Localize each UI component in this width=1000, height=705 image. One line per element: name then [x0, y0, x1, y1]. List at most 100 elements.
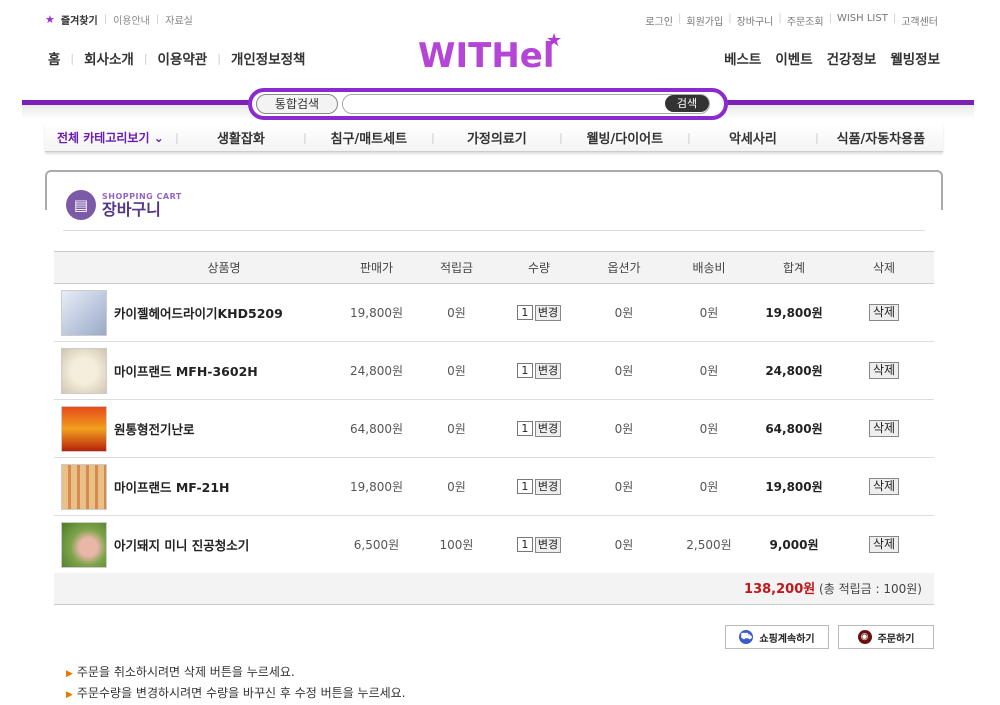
- separator: |: [728, 13, 732, 24]
- qty-input[interactable]: 1: [516, 537, 533, 552]
- qty-change-button[interactable]: 변경: [534, 478, 562, 495]
- product-thumbnail[interactable]: [61, 347, 107, 394]
- cart-link[interactable]: 장바구니: [737, 13, 774, 28]
- product-shipping: 0원: [664, 457, 754, 516]
- product-thumbnail[interactable]: [61, 405, 107, 452]
- guide-link[interactable]: 이용안내: [113, 12, 150, 27]
- divider: [63, 230, 925, 231]
- cart-total-amount: 138,200원: [744, 582, 816, 597]
- qty-group: 1 변경: [516, 420, 562, 437]
- wishlist-link[interactable]: WISH LIST: [837, 13, 888, 28]
- all-categories-label: 전체 카테고리보기: [57, 131, 150, 145]
- search-scope-select[interactable]: 통합검색: [256, 94, 338, 114]
- cart-table: 상품명 판매가 적립금 수량 옵션가 배송비 합계 삭제 카이젤헤어드라이기KH…: [54, 251, 934, 574]
- product-thumbnail[interactable]: [61, 521, 107, 568]
- qty-cell: 1 변경: [494, 283, 584, 342]
- header-product: 상품명: [114, 251, 334, 284]
- qty-input[interactable]: 1: [516, 421, 533, 436]
- library-link[interactable]: 자료실: [165, 12, 193, 27]
- category-bedding[interactable]: 침구/매트세트: [307, 128, 431, 147]
- separator: |: [892, 13, 897, 24]
- qty-input[interactable]: 1: [516, 479, 533, 494]
- qty-input[interactable]: 1: [516, 305, 533, 320]
- nav-wellbeing[interactable]: 웰빙정보: [890, 48, 940, 68]
- product-name[interactable]: 아기돼지 미니 진공청소기: [114, 515, 334, 574]
- product-price: 64,800원: [334, 399, 419, 458]
- qty-change-button[interactable]: 변경: [534, 420, 562, 437]
- delete-button[interactable]: 삭제: [868, 304, 900, 321]
- main-nav-left: 홈 | 회사소개 | 이용약관 | 개인정보정책: [48, 48, 306, 69]
- product-thumbnail[interactable]: [61, 289, 107, 336]
- header-option: 옵션가: [584, 251, 664, 284]
- order-button[interactable]: ◉ 주문하기: [838, 625, 934, 649]
- cart-heading-text: SHOPPING CART 장바구니: [102, 192, 182, 219]
- note-item: ▶ 주문수량을 변경하시려면 수량을 바꾸신 후 수정 버튼을 누르세요.: [66, 684, 406, 705]
- nav-privacy[interactable]: 개인정보정책: [231, 48, 306, 68]
- cart-heading: ▤ SHOPPING CART 장바구니: [66, 190, 182, 220]
- nav-company[interactable]: 회사소개: [84, 48, 134, 68]
- search-button[interactable]: 검색: [665, 95, 709, 112]
- product-total: 24,800원: [754, 341, 834, 400]
- product-name[interactable]: 원통형전기난로: [114, 399, 334, 458]
- continue-shopping-label: 쇼핑계속하기: [759, 633, 815, 645]
- product-name[interactable]: 마이프랜드 MFH-3602H: [114, 341, 334, 400]
- table-row: 마이프랜드 MF-21H 19,800원 0원 1 변경 0원 0원 19,800…: [54, 457, 934, 516]
- header-total: 합계: [754, 251, 834, 284]
- separator: |: [155, 14, 160, 25]
- qty-input[interactable]: 1: [516, 363, 533, 378]
- site-logo[interactable]: WITHel ★: [418, 30, 562, 76]
- category-accessories[interactable]: 악세사리: [691, 128, 815, 147]
- category-diet[interactable]: 웰빙/다이어트: [563, 128, 687, 147]
- search-input[interactable]: [342, 94, 710, 114]
- delete-button[interactable]: 삭제: [868, 362, 900, 379]
- product-price: 24,800원: [334, 341, 419, 400]
- product-thumbnail[interactable]: [61, 463, 107, 510]
- category-food-auto[interactable]: 식품/자동차용품: [819, 128, 943, 147]
- qty-change-button[interactable]: 변경: [534, 304, 562, 321]
- delete-button[interactable]: 삭제: [868, 478, 900, 495]
- category-household[interactable]: 생활잡화: [179, 128, 303, 147]
- product-name[interactable]: 마이프랜드 MF-21H: [114, 457, 334, 516]
- nav-best[interactable]: 베스트: [724, 48, 761, 68]
- product-price: 19,800원: [334, 457, 419, 516]
- main-nav-right: 베스트 이벤트 건강정보 웰빙정보: [724, 48, 940, 68]
- qty-cell: 1 변경: [494, 399, 584, 458]
- nav-health[interactable]: 건강정보: [827, 48, 877, 68]
- utility-right: 로그인 | 회원가입 | 장바구니 | 주문조회 | WISH LIST | 고객센터: [645, 13, 938, 28]
- utility-left: ★ 즐겨찾기 | 이용안내 | 자료실: [45, 12, 193, 27]
- nav-event[interactable]: 이벤트: [775, 48, 812, 68]
- product-total: 9,000원: [754, 515, 834, 574]
- product-option: 0원: [584, 515, 664, 574]
- product-thumb-cell: [54, 283, 114, 342]
- product-total: 19,800원: [754, 283, 834, 342]
- category-bar: 전체 카테고리보기 ⌄ | 생활잡화 | 침구/매트세트 | 가정의료기 | 웰…: [45, 124, 943, 152]
- all-categories-button[interactable]: 전체 카테고리보기 ⌄: [45, 129, 175, 146]
- table-header-row: 상품명 판매가 적립금 수량 옵션가 배송비 합계 삭제: [54, 251, 934, 284]
- header-delete: 삭제: [834, 251, 934, 284]
- header-thumb: [54, 251, 114, 284]
- qty-change-button[interactable]: 변경: [534, 362, 562, 379]
- product-option: 0원: [584, 399, 664, 458]
- category-medical[interactable]: 가정의료기: [435, 128, 559, 147]
- nav-home[interactable]: 홈: [48, 48, 60, 68]
- order-lookup-link[interactable]: 주문조회: [787, 13, 824, 28]
- product-price: 6,500원: [334, 515, 419, 574]
- product-name[interactable]: 카이젤헤어드라이기KHD5209: [114, 283, 334, 342]
- delete-cell: 삭제: [834, 399, 934, 458]
- qty-change-button[interactable]: 변경: [534, 536, 562, 553]
- nav-terms[interactable]: 이용약관: [158, 48, 208, 68]
- login-link[interactable]: 로그인: [645, 13, 673, 28]
- arrow-icon: ▶: [66, 669, 73, 679]
- product-total: 64,800원: [754, 399, 834, 458]
- favorites-link[interactable]: 즐겨찾기: [61, 12, 98, 27]
- note-text: 주문수량을 변경하시려면 수량을 바꾸신 후 수정 버튼을 누르세요.: [76, 686, 406, 700]
- continue-shopping-button[interactable]: ⛟ 쇼핑계속하기: [725, 625, 829, 649]
- customer-center-link[interactable]: 고객센터: [901, 13, 938, 28]
- delete-button[interactable]: 삭제: [868, 536, 900, 553]
- signup-link[interactable]: 회원가입: [686, 13, 723, 28]
- header-shipping: 배송비: [664, 251, 754, 284]
- note-text: 주문을 취소하시려면 삭제 버튼을 누르세요.: [76, 665, 295, 679]
- delete-cell: 삭제: [834, 457, 934, 516]
- separator: |: [778, 13, 782, 24]
- delete-button[interactable]: 삭제: [868, 420, 900, 437]
